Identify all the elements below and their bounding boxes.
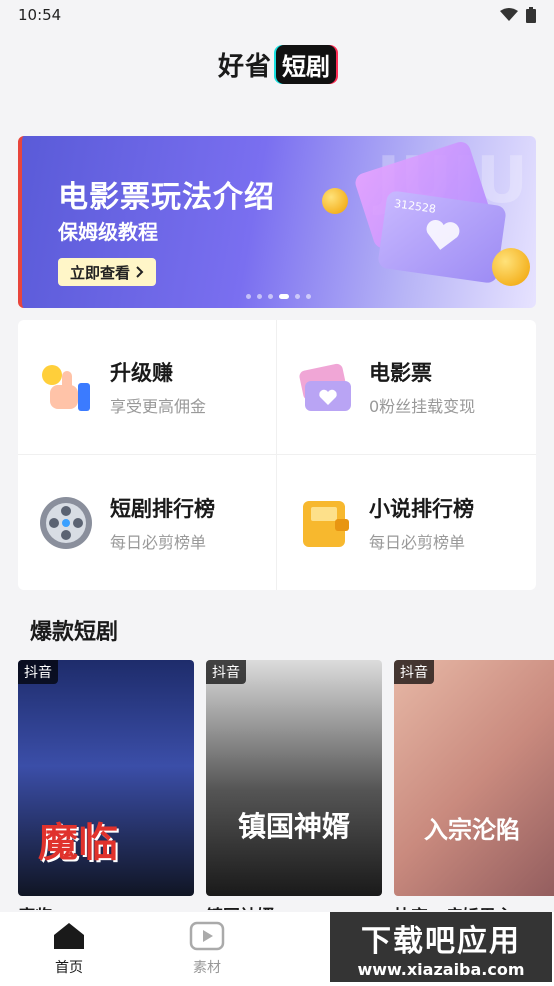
feature-drama-ranking[interactable]: 短剧排行榜 每日必剪榜单 bbox=[18, 455, 277, 590]
carousel-dots bbox=[246, 294, 311, 299]
drama-name: 魔临 bbox=[18, 902, 194, 910]
banner-subtitle: 保姆级教程 bbox=[58, 220, 158, 244]
wallet-book-icon bbox=[295, 493, 355, 553]
poster-title: 镇国神婿 bbox=[238, 810, 351, 843]
feature-subtitle: 0粉丝挂载变现 bbox=[369, 397, 476, 416]
ticket-code: 312528 bbox=[393, 197, 437, 216]
film-reel-icon bbox=[36, 493, 96, 553]
drama-card[interactable]: 抖音 镇国神婿 镇国神婿 bbox=[206, 660, 382, 910]
feature-subtitle: 每日必剪榜单 bbox=[369, 532, 466, 552]
watermark-url: www.xiazaiba.com bbox=[357, 959, 525, 979]
banner-title: 电影票玩法介绍 bbox=[58, 180, 275, 215]
feature-title: 小说排行榜 bbox=[369, 496, 474, 521]
home-icon bbox=[54, 923, 84, 949]
carousel-dot[interactable] bbox=[306, 294, 311, 299]
tab-label: 素材 bbox=[193, 960, 221, 976]
carousel-dot-active[interactable] bbox=[279, 294, 289, 299]
drama-name: 快穿：病娇男主 bbox=[394, 902, 554, 910]
logo-text: 好省 bbox=[217, 51, 272, 82]
battery-icon bbox=[526, 7, 536, 23]
app-header: 好省 短剧 bbox=[0, 40, 554, 88]
coin-graphic bbox=[322, 188, 348, 214]
status-icons bbox=[500, 7, 536, 23]
thumbs-up-coin-icon bbox=[36, 357, 96, 417]
drama-poster: 抖音 入宗沦陷 bbox=[394, 660, 554, 896]
ticket-graphic: 312528 bbox=[377, 190, 507, 284]
chevron-right-icon bbox=[136, 266, 144, 278]
heart-icon bbox=[426, 220, 460, 250]
wifi-icon bbox=[500, 8, 518, 21]
feature-subtitle: 享受更高佣金 bbox=[110, 397, 207, 416]
status-bar: 10:54 bbox=[0, 0, 554, 30]
watermark-title: 下载吧应用 bbox=[361, 923, 521, 959]
video-play-icon bbox=[189, 921, 225, 951]
feature-title: 短剧排行榜 bbox=[110, 496, 215, 521]
status-time: 10:54 bbox=[18, 6, 62, 24]
logo-badge: 短剧 bbox=[276, 44, 336, 84]
drama-name: 镇国神婿 bbox=[206, 902, 382, 910]
drama-card[interactable]: 抖音 入宗沦陷 快穿：病娇男主 bbox=[394, 660, 554, 910]
section-title: 爆款短剧 bbox=[30, 620, 119, 645]
platform-badge: 抖音 bbox=[18, 660, 58, 684]
carousel-dot[interactable] bbox=[246, 294, 251, 299]
tab-home[interactable]: 首页 bbox=[0, 912, 138, 986]
feature-novel-ranking[interactable]: 小说排行榜 每日必剪榜单 bbox=[277, 455, 536, 590]
carousel-dot[interactable] bbox=[295, 294, 300, 299]
platform-badge: 抖音 bbox=[206, 660, 246, 684]
banner-view-button[interactable]: 立即查看 bbox=[58, 258, 157, 286]
feature-subtitle: 每日必剪榜单 bbox=[110, 532, 207, 552]
drama-list: 抖音 魔临 魔临 抖音 镇国神婿 镇国神婿 抖音 入宗沦陷 快穿：病娇男主 bbox=[18, 660, 554, 910]
drama-poster: 抖音 镇国神婿 bbox=[206, 660, 382, 896]
watermark: 下载吧应用 www.xiazaiba.com bbox=[330, 912, 552, 982]
tab-materials[interactable]: 素材 bbox=[138, 912, 276, 986]
tab-label: 首页 bbox=[55, 960, 83, 976]
movie-ticket-icon bbox=[295, 357, 355, 417]
feature-title: 电影票 bbox=[369, 361, 432, 385]
carousel-dot[interactable] bbox=[268, 294, 273, 299]
promo-banner[interactable]: JUJU 312528 电影票玩法介绍 保姆级教程 立即查看 bbox=[18, 136, 536, 308]
poster-title: 入宗沦陷 bbox=[424, 816, 520, 844]
poster-title: 魔临 bbox=[38, 820, 118, 866]
feature-upgrade[interactable]: 升级赚 享受更高佣金 bbox=[18, 320, 277, 455]
coin-graphic bbox=[492, 248, 530, 286]
drama-card[interactable]: 抖音 魔临 魔临 bbox=[18, 660, 194, 910]
drama-poster: 抖音 魔临 bbox=[18, 660, 194, 896]
banner-button-label: 立即查看 bbox=[70, 263, 131, 282]
feature-title: 升级赚 bbox=[110, 361, 173, 385]
feature-movie-ticket[interactable]: 电影票 0粉丝挂载变现 bbox=[277, 320, 536, 455]
platform-badge: 抖音 bbox=[394, 660, 434, 684]
carousel-dot[interactable] bbox=[257, 294, 262, 299]
feature-grid: 升级赚 享受更高佣金 电影票 0粉丝挂载变现 短剧排行榜 每日必剪榜单 小说排行… bbox=[18, 320, 536, 590]
